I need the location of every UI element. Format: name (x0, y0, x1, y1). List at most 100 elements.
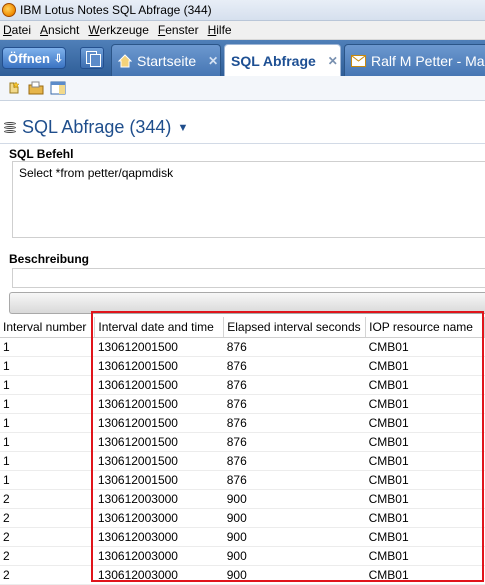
table-cell: 900 (223, 508, 366, 528)
new-query-icon[interactable] (6, 81, 22, 95)
table-cell: 876 (223, 470, 366, 490)
home-icon (117, 53, 133, 68)
description-field[interactable] (12, 268, 485, 288)
table-cell: 900 (223, 565, 366, 585)
table-cell: 1 (0, 394, 95, 414)
table-cell: CMB01 (365, 527, 485, 547)
tab-bar: Öffnen ⇩ Startseite ✕ SQL Abfrage ✕ Ralf… (0, 40, 485, 76)
description-label: Beschreibung (9, 252, 90, 266)
tab-mail[interactable]: Ralf M Petter - Mail (344, 44, 485, 76)
close-icon[interactable]: ✕ (208, 54, 218, 68)
open-button[interactable]: Öffnen ⇩ (2, 47, 66, 69)
title-bar: IBM Lotus Notes SQL Abfrage (344) (0, 0, 485, 21)
table-cell: CMB01 (365, 451, 485, 471)
table-cell: 130612003000 (94, 565, 224, 585)
table-cell: 1 (0, 375, 95, 395)
table-cell: 130612003000 (94, 527, 224, 547)
table-cell: 1 (0, 470, 95, 490)
menu-datei[interactable]: Datei (0, 23, 34, 37)
tab-label: SQL Abfrage (231, 52, 316, 69)
table-row[interactable]: 1 130612001500 876 CMB01 (0, 356, 485, 376)
table-cell: CMB01 (365, 337, 485, 357)
download-arrow-icon: ⇩ (53, 52, 64, 65)
table-cell: 1 (0, 432, 95, 452)
table-cell: 130612001500 (94, 356, 224, 376)
table-cell: 130612001500 (94, 470, 224, 490)
mail-icon (351, 54, 366, 67)
sql-command-text: Select *from petter/qapmdisk (19, 166, 174, 180)
table-cell: CMB01 (365, 432, 485, 452)
table-cell: 876 (223, 432, 366, 452)
table-cell: CMB01 (365, 394, 485, 414)
table-cell: 2 (0, 546, 95, 566)
sql-command-label: SQL Befehl (9, 147, 74, 161)
table-cell: 876 (223, 451, 366, 471)
menu-ansicht[interactable]: Ansicht (37, 23, 82, 37)
table-cell: 130612001500 (94, 337, 224, 357)
table-cell: 876 (223, 413, 366, 433)
results-table: Interval number Interval date and time E… (0, 317, 485, 585)
table-row[interactable]: 1 130612001500 876 CMB01 (0, 451, 485, 471)
menu-hilfe[interactable]: Hilfe (205, 23, 235, 37)
table-cell: 130612003000 (94, 508, 224, 528)
menu-werkzeuge[interactable]: Werkzeuge (85, 23, 151, 37)
table-row[interactable]: 1 130612001500 876 CMB01 (0, 470, 485, 490)
table-cell: CMB01 (365, 508, 485, 528)
table-cell: 2 (0, 527, 95, 547)
table-cell: CMB01 (365, 565, 485, 585)
tab-sql-abfrage[interactable]: SQL Abfrage ✕ (224, 44, 341, 76)
table-cell: CMB01 (365, 413, 485, 433)
table-cell: 130612001500 (94, 394, 224, 414)
table-row[interactable]: 1 130612001500 876 CMB01 (0, 375, 485, 395)
table-cell: 876 (223, 337, 366, 357)
lotus-notes-app-icon (2, 3, 16, 17)
table-cell: 900 (223, 527, 366, 547)
table-cell: 1 (0, 413, 95, 433)
page-title: SQL Abfrage (344) (22, 117, 172, 137)
chevron-down-icon[interactable]: ▼ (177, 122, 188, 134)
table-cell: 130612001500 (94, 413, 224, 433)
table-cell: 130612003000 (94, 489, 224, 509)
tab-startseite[interactable]: Startseite ✕ (111, 44, 221, 76)
table-row[interactable]: 2 130612003000 900 CMB01 (0, 489, 485, 509)
column-header-elapsed-seconds[interactable]: Elapsed interval seconds (223, 317, 367, 338)
table-cell: CMB01 (365, 546, 485, 566)
table-cell: 876 (223, 394, 366, 414)
table-cell: 1 (0, 356, 95, 376)
table-cell: 1 (0, 337, 95, 357)
open-button-label: Öffnen (8, 50, 50, 66)
view-header[interactable]: SQL Abfrage (344) ▼ (4, 117, 188, 138)
table-cell: CMB01 (365, 375, 485, 395)
table-row[interactable]: 2 130612003000 900 CMB01 (0, 546, 485, 566)
tab-label: Ralf M Petter - Mail (371, 52, 485, 69)
table-cell: 130612001500 (94, 432, 224, 452)
menu-fenster[interactable]: Fenster (155, 23, 202, 37)
copy-windows-button[interactable] (80, 47, 104, 69)
table-cell: 1 (0, 451, 95, 471)
layout-view-icon[interactable] (50, 81, 66, 95)
progress-bar (9, 292, 485, 314)
close-icon[interactable]: ✕ (328, 54, 338, 68)
open-folder-icon[interactable] (28, 81, 44, 95)
column-header-interval-number[interactable]: Interval number (0, 317, 96, 338)
table-row[interactable]: 1 130612001500 876 CMB01 (0, 413, 485, 433)
table-cell: CMB01 (365, 356, 485, 376)
table-row[interactable]: 2 130612003000 900 CMB01 (0, 527, 485, 547)
column-header-interval-date-time[interactable]: Interval date and time (94, 317, 225, 338)
window-title: IBM Lotus Notes SQL Abfrage (344) (20, 3, 212, 17)
database-icon (4, 121, 16, 134)
table-row[interactable]: 2 130612003000 900 CMB01 (0, 508, 485, 528)
action-toolbar (0, 76, 485, 101)
table-cell: 130612001500 (94, 375, 224, 395)
table-row[interactable]: 2 130612003000 900 CMB01 (0, 565, 485, 585)
table-cell: CMB01 (365, 470, 485, 490)
table-cell: 2 (0, 508, 95, 528)
column-header-iop-resource[interactable]: IOP resource name (365, 317, 485, 338)
table-row[interactable]: 1 130612001500 876 CMB01 (0, 394, 485, 414)
table-cell: 876 (223, 375, 366, 395)
table-cell: 900 (223, 489, 366, 509)
table-row[interactable]: 1 130612001500 876 CMB01 (0, 337, 485, 357)
sql-command-field[interactable]: Select *from petter/qapmdisk (12, 161, 485, 238)
table-row[interactable]: 1 130612001500 876 CMB01 (0, 432, 485, 452)
table-cell: 900 (223, 546, 366, 566)
